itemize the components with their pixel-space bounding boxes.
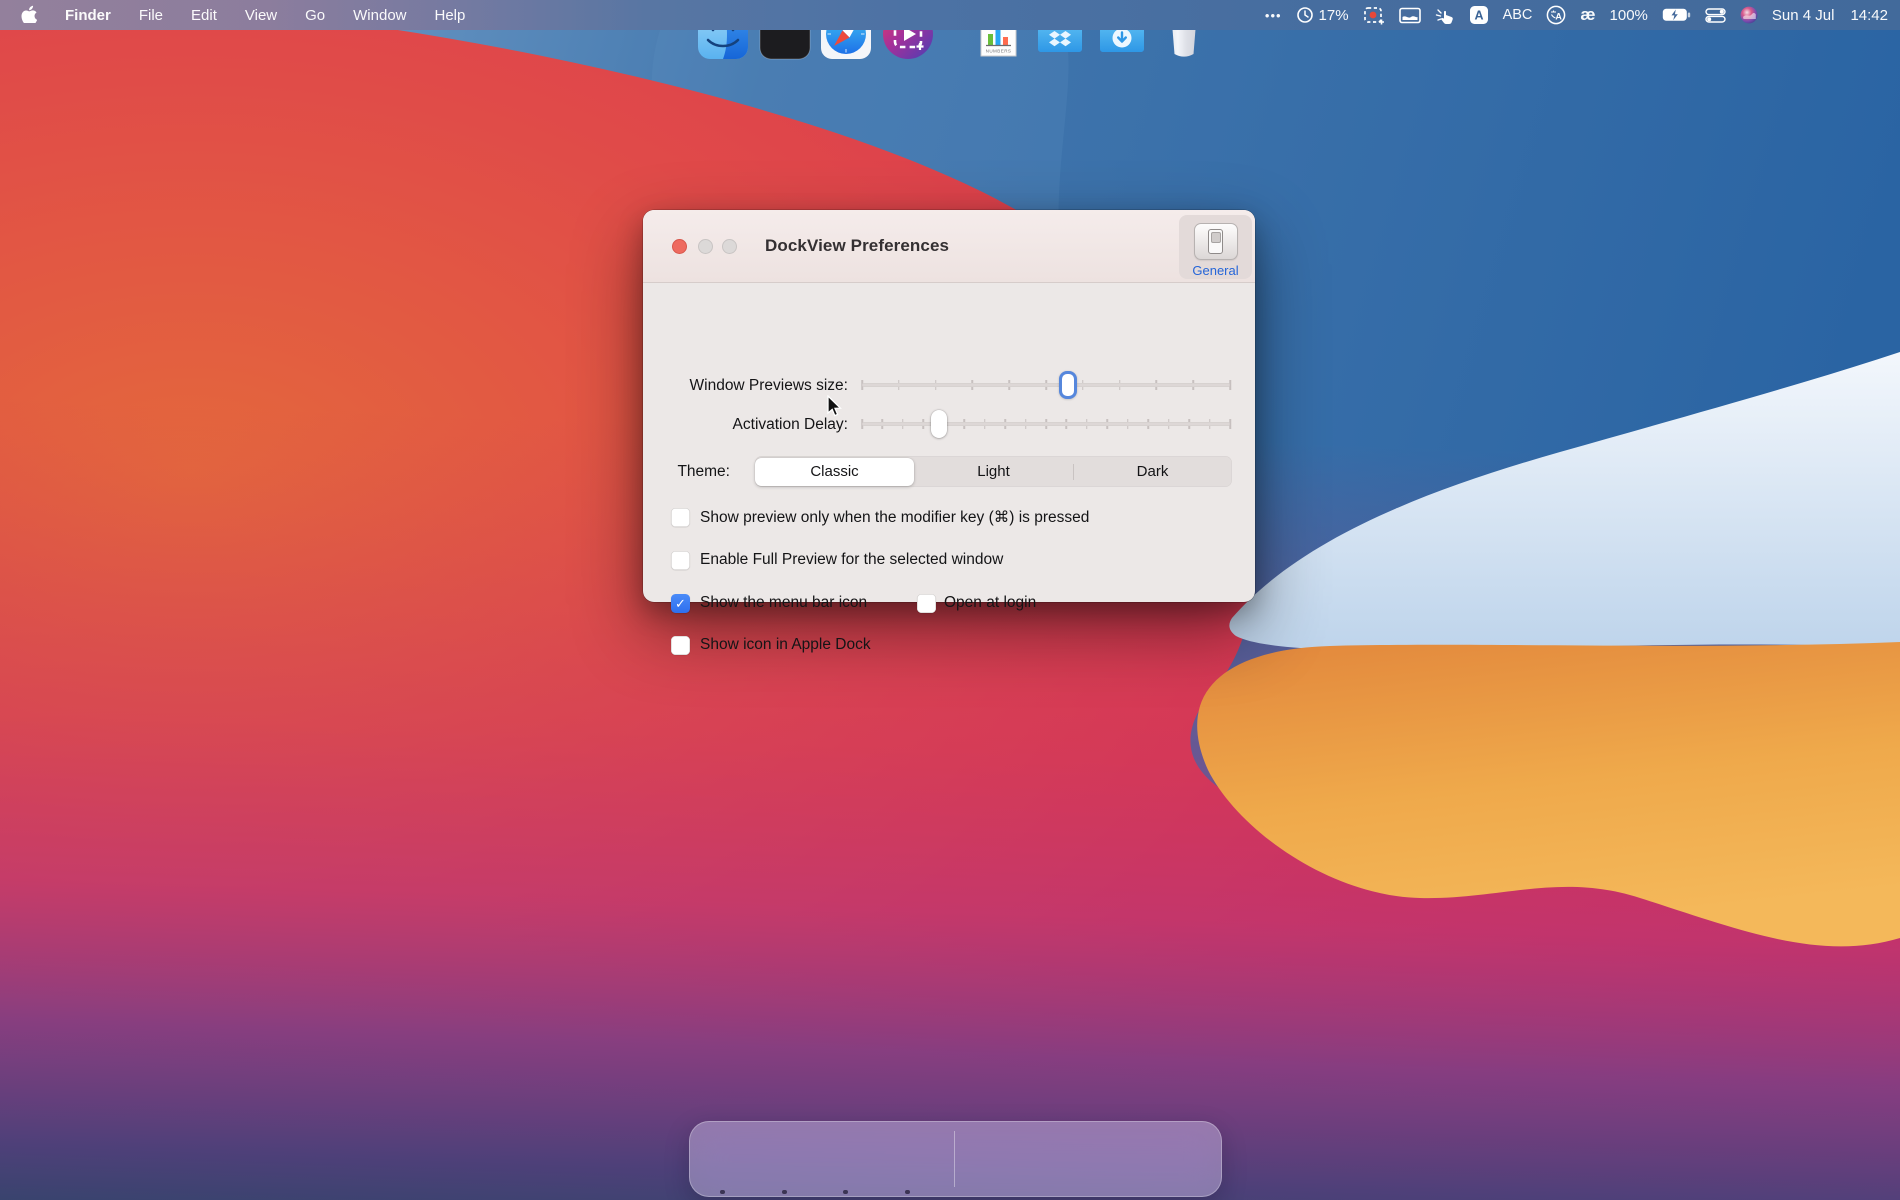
menu-view[interactable]: View: [245, 7, 277, 24]
desktop[interactable]: { "menubar": { "items": ["Finder", "File…: [0, 0, 1900, 1200]
segment-divider: [1073, 464, 1074, 480]
display-status-icon[interactable]: [1399, 7, 1421, 24]
menu-finder[interactable]: Finder: [65, 7, 111, 24]
checkbox-open-at-login[interactable]: [917, 594, 936, 613]
running-indicator-finder: [720, 1190, 725, 1195]
running-indicator-safari: [843, 1190, 848, 1195]
assistant-status-icon[interactable]: [1740, 6, 1758, 24]
activation-delay-label: Activation Delay:: [643, 416, 848, 434]
checkbox-show-icon-apple-dock[interactable]: [671, 636, 690, 655]
activation-delay-slider[interactable]: [862, 410, 1230, 438]
input-source-icon[interactable]: A: [1469, 5, 1489, 25]
cpu-status[interactable]: 17%: [1296, 6, 1349, 24]
menubar-time[interactable]: 14:42: [1850, 7, 1888, 24]
checkbox-enable-full-preview[interactable]: [671, 551, 690, 570]
running-indicator-terminal: [782, 1190, 787, 1195]
abc-status-label[interactable]: ABC: [1503, 7, 1533, 23]
zoom-button[interactable]: [722, 239, 737, 254]
close-button[interactable]: [672, 239, 687, 254]
minimize-button[interactable]: [698, 239, 713, 254]
checkbox-show-preview-modifier[interactable]: [671, 508, 690, 527]
battery-percent-label: 100%: [1610, 7, 1648, 24]
dock-separator: [954, 1131, 955, 1187]
slider-thumb[interactable]: [931, 410, 947, 438]
window-previews-size-slider[interactable]: [862, 371, 1230, 399]
general-tab-label: General: [1192, 263, 1238, 278]
theme-segmented-control: Classic Light Dark: [755, 456, 1232, 487]
slider-thumb[interactable]: [1059, 371, 1077, 399]
dockview-preferences-window: DockView Preferences General Window Prev…: [643, 210, 1255, 602]
checkbox-label: Show preview only when the modifier key …: [700, 508, 1089, 527]
theme-segment-dark[interactable]: Dark: [1073, 456, 1232, 487]
checkbox-label: Show icon in Apple Dock: [700, 636, 871, 654]
theme-segment-light[interactable]: Light: [914, 456, 1073, 487]
more-status-icon[interactable]: •••: [1265, 8, 1282, 23]
menu-edit[interactable]: Edit: [191, 7, 217, 24]
menu-file[interactable]: File: [139, 7, 163, 24]
gesture-status-icon[interactable]: [1435, 6, 1455, 25]
control-center-icon[interactable]: [1705, 8, 1726, 23]
checkbox-label: Enable Full Preview for the selected win…: [700, 551, 1003, 569]
slider-track[interactable]: [862, 383, 1230, 387]
window-title: DockView Preferences: [765, 236, 949, 256]
menu-window[interactable]: Window: [353, 7, 406, 24]
dock: [689, 1121, 1222, 1197]
window-titlebar[interactable]: DockView Preferences General: [643, 210, 1255, 283]
menu-bar: Finder File Edit View Go Window Help •••…: [0, 0, 1900, 30]
theme-label: Theme:: [643, 463, 730, 481]
svg-text:A: A: [1474, 9, 1483, 23]
apple-menu-icon[interactable]: [21, 4, 37, 27]
menubar-date[interactable]: Sun 4 Jul: [1772, 7, 1835, 24]
checkbox-label: Show the menu bar icon: [700, 594, 867, 612]
menu-go[interactable]: Go: [305, 7, 325, 24]
general-tab-button[interactable]: [1194, 223, 1238, 260]
numbers-caption: NUMBERS: [986, 49, 1012, 54]
ae-status-icon[interactable]: æ: [1580, 5, 1595, 25]
running-indicator-recorder: [905, 1190, 910, 1195]
svg-text:A: A: [1556, 12, 1563, 22]
switch-icon: [1208, 229, 1223, 254]
checkbox-label: Open at login: [944, 594, 1036, 612]
theme-segment-classic[interactable]: Classic: [755, 458, 914, 486]
window-content: Window Previews size: Activation Delay: …: [643, 284, 1255, 602]
slider-track[interactable]: [862, 422, 1230, 426]
translate-status-icon[interactable]: A: [1546, 5, 1566, 25]
toolbar-tab-general[interactable]: General: [1179, 215, 1252, 279]
clock-icon: [1296, 6, 1314, 24]
screenshot-status-icon[interactable]: [1363, 6, 1385, 25]
menu-help[interactable]: Help: [435, 7, 466, 24]
battery-icon[interactable]: [1662, 8, 1691, 22]
checkbox-show-menu-bar-icon[interactable]: ✓: [671, 594, 690, 613]
window-previews-size-label: Window Previews size:: [643, 377, 848, 395]
mouse-cursor: [824, 395, 846, 424]
